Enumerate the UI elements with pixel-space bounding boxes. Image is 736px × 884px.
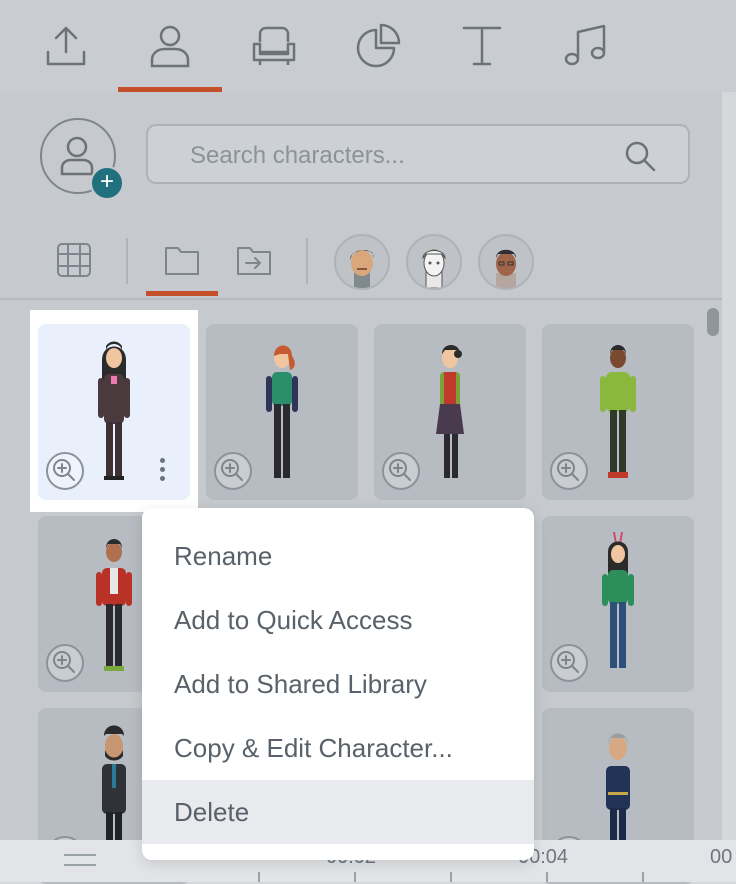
quick-access-avatar[interactable] [406, 234, 462, 290]
character-card[interactable] [542, 324, 694, 500]
tab-text[interactable] [430, 0, 534, 92]
tab-upload[interactable] [14, 0, 118, 92]
character-figure [600, 345, 636, 478]
menu-item-rename[interactable]: Rename [142, 524, 534, 588]
armchair-icon [252, 26, 296, 65]
upload-icon [46, 26, 86, 66]
folder-icon [165, 247, 199, 275]
divider [0, 298, 722, 300]
tab-characters[interactable] [118, 0, 222, 92]
timeline-tick [450, 872, 452, 882]
tab-charts[interactable] [326, 0, 430, 92]
menu-item-copy-edit-character[interactable]: Copy & Edit Character... [142, 716, 534, 780]
character-card[interactable] [542, 516, 694, 692]
music-note-icon [564, 24, 606, 66]
zoom-in-icon [221, 459, 243, 481]
tab-props[interactable] [222, 0, 326, 92]
menu-item-add-to-quick-access[interactable]: Add to Quick Access [142, 588, 534, 652]
filter-folder[interactable] [146, 234, 218, 296]
zoom-in-icon [53, 459, 75, 481]
scrollbar-thumb[interactable] [707, 308, 719, 336]
zoom-in-button[interactable] [550, 644, 588, 682]
zoom-in-button[interactable] [382, 452, 420, 490]
filter-folder-move[interactable] [226, 234, 282, 286]
zoom-in-button[interactable] [550, 452, 588, 490]
character-card[interactable] [206, 324, 358, 500]
divider [126, 238, 128, 284]
zoom-in-icon [557, 459, 579, 481]
menu-item-delete[interactable]: Delete [142, 780, 534, 844]
more-options-button[interactable] [156, 454, 168, 490]
person-icon [150, 25, 190, 68]
search-icon[interactable] [624, 140, 656, 172]
character-card[interactable] [374, 324, 526, 500]
zoom-in-button[interactable] [46, 452, 84, 490]
resize-handle[interactable] [64, 854, 96, 866]
quick-access-avatar[interactable] [334, 234, 390, 290]
zoom-in-icon [557, 651, 579, 673]
timeline-tick [546, 872, 548, 882]
timeline-tick [354, 872, 356, 882]
zoom-in-button[interactable] [214, 452, 252, 490]
search-box [146, 124, 690, 184]
divider [306, 238, 308, 284]
folder-move-icon [237, 247, 271, 275]
filter-grid[interactable] [46, 234, 102, 286]
pie-chart-icon [356, 23, 401, 68]
grid-icon [57, 243, 91, 277]
zoom-in-button[interactable] [46, 644, 84, 682]
timeline-tick [642, 872, 644, 882]
search-input[interactable] [188, 140, 612, 172]
timeline-label: 00 [710, 846, 733, 868]
text-icon [462, 26, 502, 66]
timeline-tick [258, 872, 260, 882]
quick-access-avatar[interactable] [478, 234, 534, 290]
character-figure [98, 341, 130, 480]
scrollbar-track [707, 306, 719, 834]
character-card[interactable] [38, 324, 190, 500]
plus-icon: + [90, 166, 124, 200]
character-figure [266, 345, 298, 478]
add-character-button[interactable]: + [40, 118, 124, 200]
context-menu: Rename Add to Quick Access Add to Shared… [142, 508, 534, 860]
top-tab-bar [0, 0, 736, 92]
menu-item-add-to-shared-library[interactable]: Add to Shared Library [142, 652, 534, 716]
character-figure [602, 531, 634, 668]
tab-audio[interactable] [534, 0, 638, 92]
character-figure [436, 345, 464, 478]
zoom-in-icon [53, 651, 75, 673]
zoom-in-icon [389, 459, 411, 481]
